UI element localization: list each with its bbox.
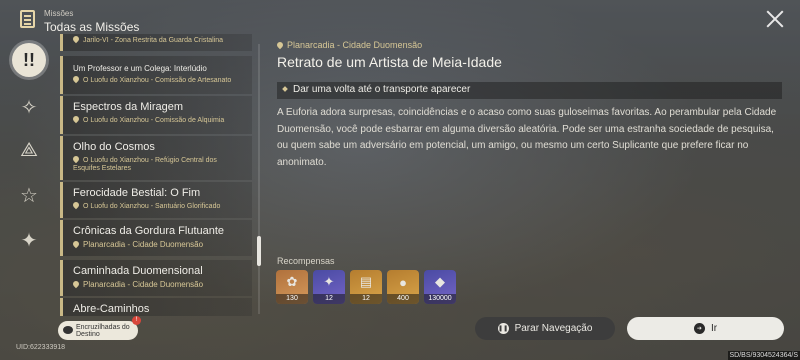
reward-item[interactable]: ✦ 12 [313,270,345,304]
category-tab-icon[interactable]: ✧ [15,93,43,121]
category-tab-icon[interactable]: ✦ [15,226,43,254]
mission-list-item[interactable]: Jarilo-VI - Zona Restrita da Guarda Cris… [60,34,252,51]
location-pin-icon [73,240,81,249]
uid-label: UID:622333918 [16,344,66,351]
quest-description: A Euforia adora surpresas, coincidências… [277,107,777,168]
destiny-crossroads-button[interactable]: Encruzilhadas do Destino ! [58,316,141,340]
reward-item[interactable]: ▤ 12 [350,270,382,304]
location-pin-icon [275,40,285,50]
rewards-row: ✿ 130 ✦ 12 ▤ 12 ● 400 ◆ 130000 [276,270,456,304]
location-pin-icon [73,116,81,124]
traveler-guide-icon: ▤ [359,274,373,289]
reward-item[interactable]: ✿ 130 [276,270,308,304]
mission-detail: Planarcadia - Cidade Duomensão Retrato d… [275,40,782,171]
quest-objective: Dar uma volta até o transporte aparecer [277,82,782,99]
detail-region: Planarcadia - Cidade Duomensão [275,40,782,50]
location-pin-icon [73,76,81,84]
all-missions-tab-icon[interactable]: !! [12,43,46,77]
pause-navigation-button[interactable]: ❚❚ Parar Navegação [475,317,615,340]
location-pin-icon [73,36,81,44]
objective-bullet-icon [282,86,288,92]
mission-list-item[interactable]: Ferocidade Bestial: O Fim O Luofu do Xia… [60,182,252,218]
header-section: Missões [44,9,74,18]
credit-coin-icon: ● [399,274,407,290]
reward-item[interactable]: ● 400 [387,270,419,304]
arrow-right-icon: ➜ [693,323,705,334]
close-button[interactable] [766,10,784,28]
character-exp-icon: ◆ [435,274,445,289]
reward-item[interactable]: ◆ 130000 [424,270,456,304]
category-tab-icon[interactable]: ⟁ [15,136,43,164]
location-pin-icon [73,202,81,210]
version-label: SD/BS/9304524364/S [727,351,800,360]
notification-badge: ! [132,316,141,325]
page-title: Todas as Missões [44,20,140,34]
category-rail: !! ✧ ⟁ ☆ ✦ [0,40,58,280]
location-pin-icon [73,156,81,164]
mission-list-item[interactable]: Caminhada Duomensional Planarcadia - Cid… [60,260,252,296]
list-scroll-thumb[interactable] [257,236,261,266]
mission-list-item[interactable]: Espectros da Miragem O Luofu do Xianzhou… [60,96,252,134]
exp-material-icon: ✿ [286,274,298,289]
location-pin-icon [73,280,81,289]
list-scrollbar[interactable] [258,44,260,314]
star-rail-pass-icon: ✦ [323,274,335,289]
mission-list-item[interactable]: Olho do Cosmos O Luofu do Xianzhou - Ref… [60,136,252,180]
mission-list-item[interactable]: Crônicas da Gordura Flutuante Planarcadi… [60,220,252,256]
mission-list[interactable]: Jarilo-VI - Zona Restrita da Guarda Cris… [60,34,252,316]
category-tab-icon[interactable]: ☆ [15,181,43,209]
mission-list-item[interactable]: Abre-Caminhos [60,298,252,316]
pause-icon: ❚❚ [497,323,509,334]
rewards-label: Recompensas [277,256,335,266]
mission-log-icon [20,10,35,28]
quest-title: Retrato de um Artista de Meia-Idade [277,54,502,70]
mission-list-item[interactable]: Um Professor e um Colega: Interlúdio O L… [60,56,252,94]
destiny-icon [63,326,73,334]
go-button[interactable]: ➜ Ir [627,317,784,340]
